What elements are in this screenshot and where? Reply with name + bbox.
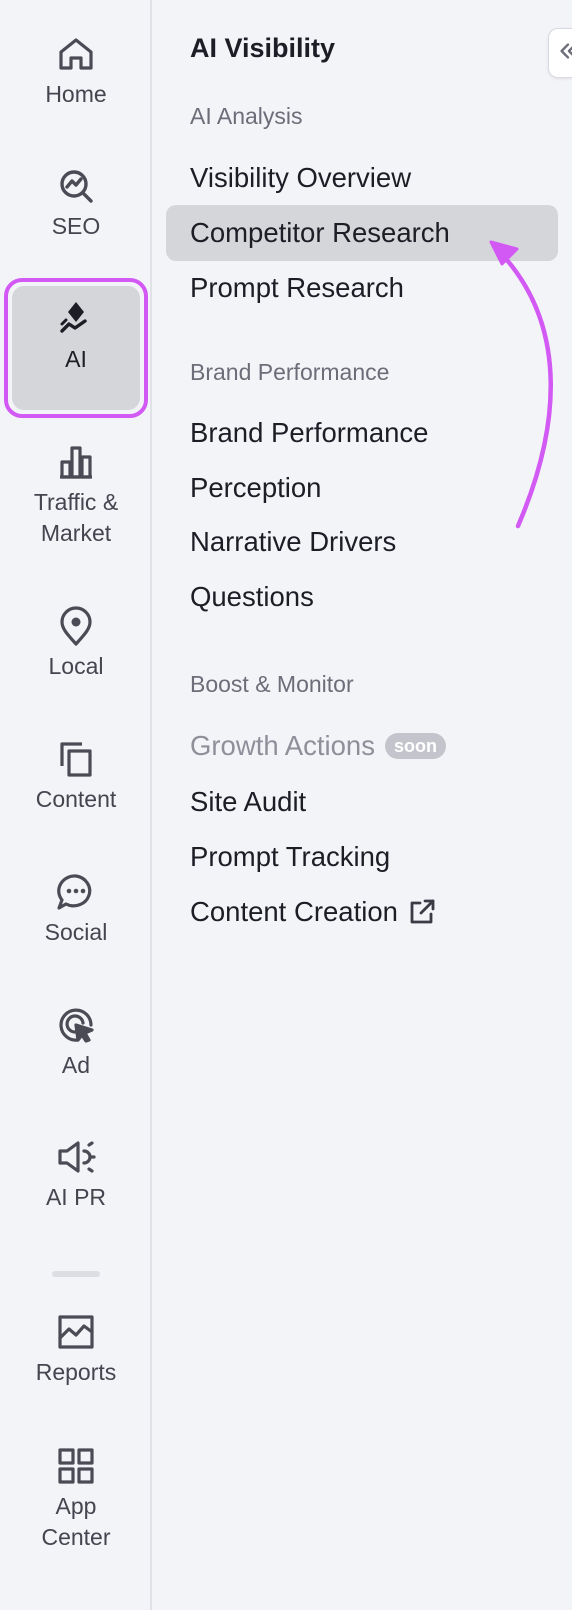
menu-item-content-creation[interactable]: Content Creation [190,892,437,932]
reports-icon [54,1310,98,1354]
menu-item-label: Prompt Tracking [190,841,391,872]
ad-target-icon [54,1003,98,1047]
rail-item-label: Social [44,919,108,945]
panel-title: AI Visibility [190,33,336,63]
seo-icon [54,164,98,208]
app-root: Home SEO AI Traffic & Market Local Conte… [0,0,572,1610]
rail-item-home[interactable]: Home [0,32,152,110]
menu-item-label: Visibility Overview [190,162,412,193]
menu-item-label: Perception [190,472,322,503]
menu-item-site-audit[interactable]: Site Audit [190,782,306,822]
menu-item-label: Brand Performance [190,417,429,448]
rail-item-label: Traffic & Market [33,489,119,546]
collapse-panel-button[interactable] [548,28,572,78]
menu-item-narrative-drivers[interactable]: Narrative Drivers [190,522,396,562]
rail-item-local[interactable]: Local [0,604,152,682]
secondary-nav-panel: AI Visibility AI Analysis Visibility Ove… [152,0,572,1610]
ai-icon [54,297,98,341]
menu-item-brand-performance[interactable]: Brand Performance [190,413,428,453]
app-grid-icon [54,1444,98,1488]
content-icon [54,737,98,781]
soon-badge: soon [384,733,446,759]
megaphone-icon [54,1135,98,1179]
location-pin-icon [54,604,98,648]
section-heading-brand-performance: Brand Performance [190,359,390,385]
rail-item-traffic-market[interactable]: Traffic & Market [0,440,152,549]
rail-item-ai-pr[interactable]: AI PR [0,1135,152,1213]
double-chevron-left-icon [557,40,572,67]
menu-item-visibility-overview[interactable]: Visibility Overview [190,158,411,198]
rail-divider [52,1271,100,1277]
traffic-market-icon [54,440,98,484]
menu-item-label: Site Audit [190,786,307,817]
rail-item-label: AI PR [45,1184,107,1210]
rail-item-app-center[interactable]: App Center [0,1444,152,1553]
rail-item-social[interactable]: Social [0,870,152,948]
rail-item-label: AI [65,346,87,372]
rail-item-label: Local [48,653,104,679]
rail-item-label: Reports [35,1359,117,1385]
rail-item-label: Home [45,81,107,107]
menu-item-label: Competitor Research [190,217,450,248]
chat-bubble-icon [54,870,98,914]
menu-item-prompt-tracking[interactable]: Prompt Tracking [190,837,390,877]
rail-item-label: Content [35,786,117,812]
rail-item-label: App Center [41,1493,111,1550]
home-icon [54,32,98,76]
rail-item-ad[interactable]: Ad [0,1003,152,1081]
rail-item-ai[interactable]: AI [0,278,152,418]
menu-item-questions[interactable]: Questions [190,577,314,617]
rail-item-seo[interactable]: SEO [0,164,152,242]
rail-item-content[interactable]: Content [0,737,152,815]
menu-item-growth-actions: Growth Actions soon [190,726,446,766]
section-heading-boost-monitor: Boost & Monitor [190,671,354,697]
menu-item-label: Narrative Drivers [190,526,397,557]
menu-item-prompt-research[interactable]: Prompt Research [190,268,404,308]
menu-item-label: Questions [190,581,314,612]
rail-item-label: Ad [61,1052,91,1078]
menu-item-label: Prompt Research [190,272,404,303]
menu-item-label: Growth Actions [190,730,375,761]
rail-item-label: SEO [51,213,101,239]
menu-item-label: Content Creation [190,896,398,927]
section-heading-ai-analysis: AI Analysis [190,103,303,129]
primary-nav-rail: Home SEO AI Traffic & Market Local Conte… [0,0,152,1610]
menu-item-competitor-research[interactable]: Competitor Research [190,213,450,253]
rail-item-reports[interactable]: Reports [0,1310,152,1388]
menu-item-perception[interactable]: Perception [190,468,321,508]
external-link-icon [407,897,437,927]
